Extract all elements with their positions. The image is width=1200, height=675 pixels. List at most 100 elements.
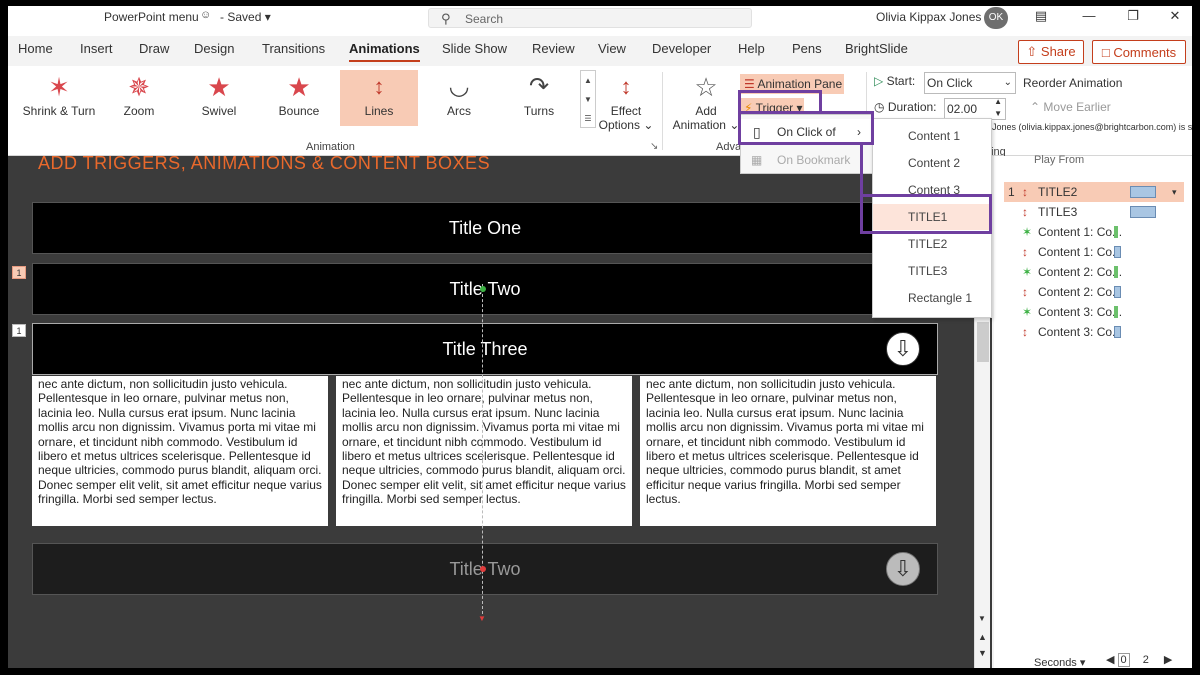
animation-turns[interactable]: ↷ Turns [500, 70, 578, 126]
pane-item-title2[interactable]: 1 ↕ TITLE2 ▾ [1004, 182, 1184, 202]
timeline-bar[interactable] [1130, 186, 1156, 198]
effect-options-button[interactable]: ↕ Effect Options ⌄ [596, 70, 656, 138]
content-box-1[interactable]: nec ante dictum, non sollicitudin justo … [32, 376, 328, 526]
bookmark-icon: ▦ [751, 153, 763, 167]
chevron-right-icon[interactable]: ▶ [1164, 654, 1172, 666]
arrow-down-icon[interactable]: ⇩ [886, 332, 920, 366]
ribbon-display-icon[interactable]: ▤ [1026, 8, 1056, 28]
motion-path-end[interactable] [480, 566, 486, 572]
line-path-icon: ↕ [1022, 285, 1028, 299]
motion-path-line[interactable] [482, 284, 483, 614]
spinner-icon[interactable]: ▲ ▼ [994, 96, 1002, 120]
animation-tag-title-two[interactable]: 1 [12, 266, 26, 279]
more-icon[interactable]: ☰ [581, 109, 595, 128]
start-dropdown[interactable]: On Click ⌄ [924, 72, 1016, 94]
animation-tag-title-three[interactable]: 1 [12, 324, 26, 337]
pane-item-content3-line[interactable]: ↕ Content 3: Co... [1004, 322, 1184, 342]
scroll-down-icon[interactable]: ▼ [978, 614, 986, 623]
content-box-3[interactable]: nec ante dictum, non sollicitudin justo … [640, 376, 936, 526]
pane-item-content1-line[interactable]: ↕ Content 1: Co... [1004, 242, 1184, 262]
close-icon[interactable]: ✕ [1160, 8, 1190, 28]
slide-heading[interactable]: ADD TRIGGERS, ANIMATIONS & CONTENT BOXES [38, 153, 490, 174]
tab-transitions[interactable]: Transitions [262, 41, 325, 56]
reorder-animation-label: Reorder Animation [1023, 76, 1123, 90]
user-name[interactable]: Olivia Kippax Jones [876, 10, 981, 24]
tab-animations[interactable]: Animations [349, 41, 420, 62]
timeline-bar[interactable] [1114, 226, 1118, 238]
search-icon: ⚲ [441, 11, 451, 26]
tab-draw[interactable]: Draw [139, 41, 169, 56]
duration-input[interactable]: 02.00 ▲ ▼ [944, 96, 1006, 120]
trigger-title3[interactable]: TITLE3 [873, 258, 991, 284]
restore-icon[interactable]: ❐ [1118, 8, 1148, 28]
title-three-box[interactable]: Title Three [32, 323, 938, 375]
tab-help[interactable]: Help [738, 41, 765, 56]
trigger-content-2[interactable]: Content 2 [873, 150, 991, 176]
trigger-rectangle-1[interactable]: Rectangle 1 [873, 285, 991, 311]
animation-bounce[interactable]: ★ Bounce [260, 70, 338, 126]
title-bar: PowerPoint menu ☺ - Saved ▾ ⚲ Search Oli… [8, 6, 1192, 36]
tab-view[interactable]: View [598, 41, 626, 56]
pane-item-content2-star[interactable]: ✶ Content 2: Co... [1004, 262, 1184, 282]
timeline-bar[interactable] [1130, 206, 1156, 218]
seconds-dropdown[interactable]: Seconds ▾ [1034, 656, 1085, 668]
star-icon: ★ [207, 72, 231, 102]
arc-path-icon: ◡ [448, 73, 470, 100]
arrow-down-icon[interactable]: ⇩ [886, 552, 920, 586]
star-burst-icon: ✶ [1022, 265, 1033, 279]
scroll-thumb[interactable] [977, 322, 989, 362]
timeline-zoom[interactable]: ◀ 0 2 ▶ [1106, 653, 1172, 667]
pane-item-content3-star[interactable]: ✶ Content 3: Co... [1004, 302, 1184, 322]
minimize-icon[interactable]: — [1074, 8, 1104, 28]
tab-developer[interactable]: Developer [652, 41, 711, 56]
trigger-content-1[interactable]: Content 1 [873, 123, 991, 149]
comments-button[interactable]: □ Comments [1092, 40, 1186, 64]
animation-swivel[interactable]: ★ Swivel [180, 70, 258, 126]
animation-lines[interactable]: ↕ Lines [340, 70, 418, 126]
slide-editor[interactable]: ADD TRIGGERS, ANIMATIONS & CONTENT BOXES… [8, 153, 992, 668]
timeline-bar[interactable] [1114, 266, 1118, 278]
dialog-launcher-icon[interactable]: ↘ [650, 141, 658, 152]
previous-slide-icon[interactable]: ▲ [978, 632, 987, 642]
timeline-bar[interactable] [1114, 326, 1121, 338]
chevron-down-icon[interactable]: ▼ [581, 90, 595, 109]
on-click-highlight [738, 111, 874, 145]
timeline-bar[interactable] [1114, 286, 1121, 298]
tab-home[interactable]: Home [18, 41, 53, 56]
animation-shrink-turn[interactable]: ✶ Shrink & Turn [20, 70, 98, 126]
avatar[interactable]: OK [984, 7, 1008, 29]
title-one-box[interactable]: Title One [32, 202, 938, 254]
title1-highlight [860, 194, 992, 234]
tab-slide-show[interactable]: Slide Show [442, 41, 507, 56]
on-bookmark-item[interactable]: ▦ On Bookmark [741, 147, 875, 173]
gallery-scroll[interactable]: ▲ ▼ ☰ [580, 70, 596, 128]
turn-path-icon: ↷ [528, 73, 550, 100]
next-slide-icon[interactable]: ▼ [978, 648, 987, 658]
timeline-bar[interactable] [1114, 306, 1118, 318]
chevron-left-icon[interactable]: ◀ [1106, 654, 1114, 666]
animation-arcs[interactable]: ◡ Arcs [420, 70, 498, 126]
search-box[interactable]: ⚲ Search [428, 8, 752, 28]
chevron-up-icon[interactable]: ▲ [581, 71, 595, 90]
trigger-title2[interactable]: TITLE2 [873, 231, 991, 257]
pane-item-content1-star[interactable]: ✶ Content 1: Co... [1004, 222, 1184, 242]
add-animation-button[interactable]: ☆ Add Animation ⌄ [668, 70, 744, 138]
tab-insert[interactable]: Insert [80, 41, 113, 56]
tab-design[interactable]: Design [194, 41, 234, 56]
chevron-down-icon[interactable]: ▾ [1172, 182, 1177, 202]
tab-brightslide[interactable]: BrightSlide [845, 41, 908, 56]
play-from-button[interactable]: Play From [1034, 154, 1084, 166]
tab-pens[interactable]: Pens [792, 41, 822, 56]
content-box-2[interactable]: nec ante dictum, non sollicitudin justo … [336, 376, 632, 526]
move-earlier-button[interactable]: ⌃ Move Earlier [1030, 100, 1111, 114]
tab-review[interactable]: Review [532, 41, 575, 56]
timeline-bar[interactable] [1114, 246, 1121, 258]
animation-zoom[interactable]: ✵ Zoom [100, 70, 178, 126]
saved-status[interactable]: - Saved ▾ [208, 10, 271, 24]
motion-path-start[interactable] [480, 286, 486, 292]
pane-item-content2-line[interactable]: ↕ Content 2: Co... [1004, 282, 1184, 302]
group-divider [662, 72, 663, 150]
pane-item-title3[interactable]: ↕ TITLE3 [1004, 202, 1184, 222]
share-button[interactable]: ⇧ Share [1018, 40, 1084, 64]
share-icon: ⇧ [1026, 44, 1038, 59]
